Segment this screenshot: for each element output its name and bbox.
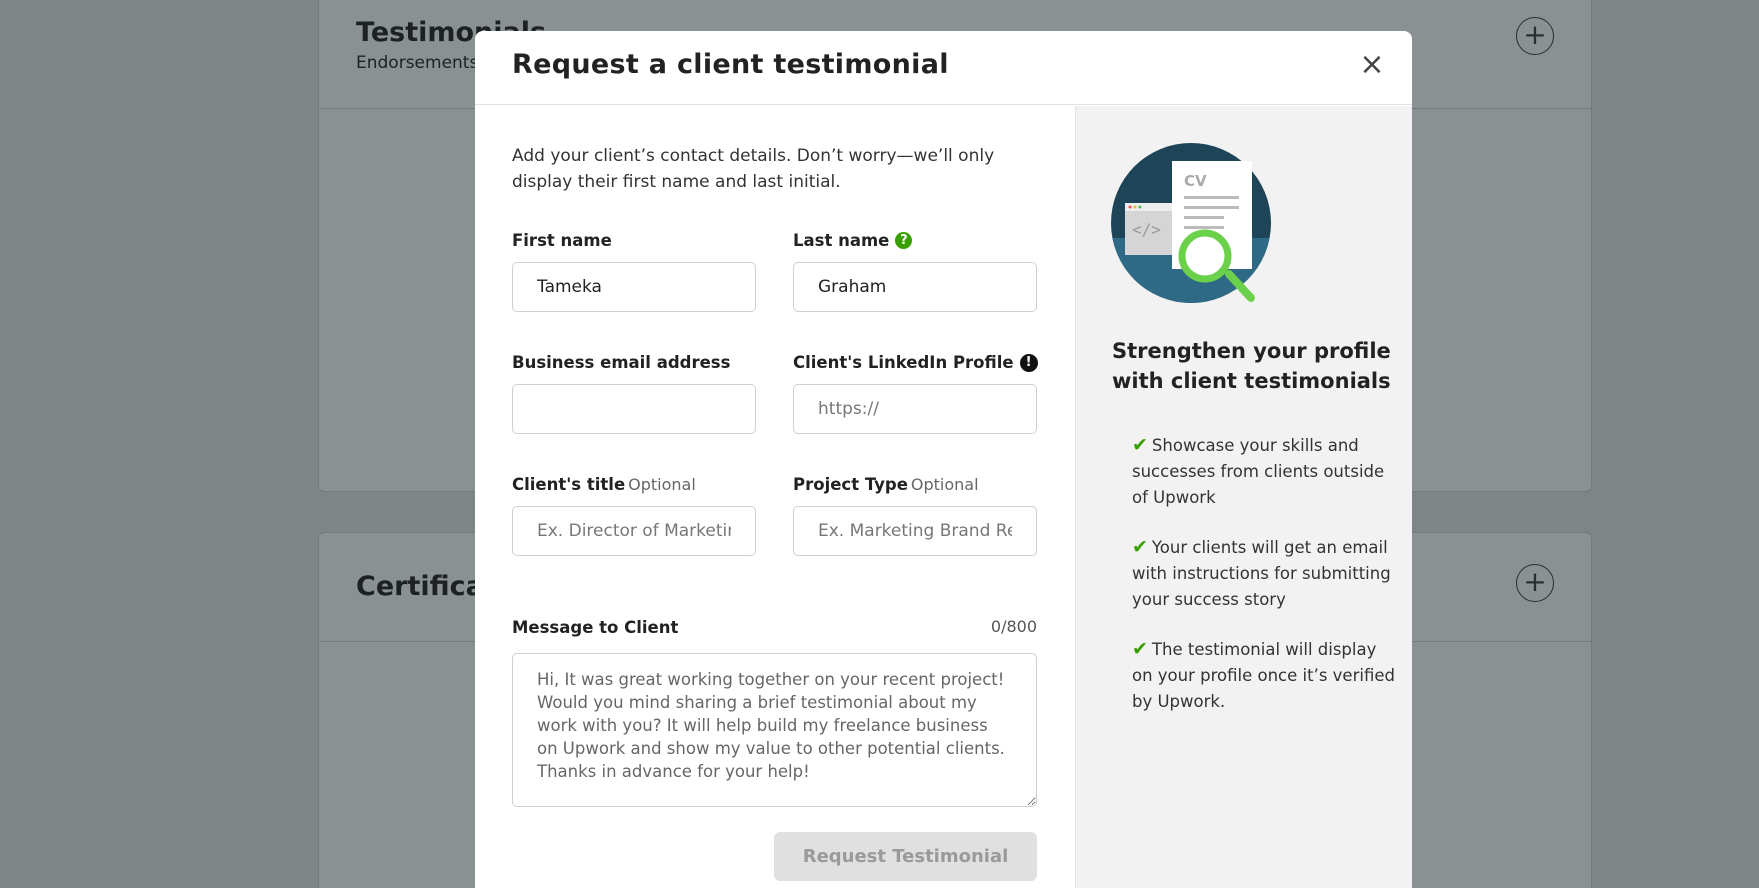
message-textarea[interactable]: [512, 653, 1037, 807]
last-name-input[interactable]: [793, 262, 1037, 312]
email-field[interactable]: [512, 384, 756, 434]
svg-text:</>: </>: [1132, 220, 1161, 239]
first-name-input[interactable]: [512, 262, 756, 312]
check-icon: ✔: [1132, 434, 1148, 456]
client-title-label: Client's title Optional: [512, 475, 696, 494]
benefit-item: ✔ The testimonial will display on your pr…: [1132, 638, 1395, 711]
email-label: Business email address: [512, 353, 731, 372]
info-panel: </> CV Strengthen your profile with clie…: [1075, 106, 1412, 888]
modal-header: Request a client testimonial ×: [475, 31, 1412, 105]
last-name-label: Last name?: [793, 231, 913, 250]
form-panel: Add your client’s contact details. Don’t…: [475, 106, 1075, 888]
check-icon: ✔: [1132, 638, 1148, 660]
project-type-label: Project Type Optional: [793, 475, 979, 494]
add-testimonial-button[interactable]: +: [1516, 17, 1554, 55]
testimonial-modal: Request a client testimonial × Add your …: [475, 31, 1412, 888]
svg-text:CV: CV: [1184, 172, 1207, 190]
intro-text: Add your client’s contact details. Don’t…: [512, 146, 995, 192]
client-title-input[interactable]: [512, 506, 756, 556]
cv-search-illustration-icon: </> CV: [1111, 143, 1271, 303]
linkedin-label: Client's LinkedIn Profile!: [793, 353, 1038, 372]
character-counter: 0/800: [990, 617, 1037, 636]
modal-title: Request a client testimonial: [512, 49, 949, 80]
request-testimonial-button[interactable]: Request Testimonial: [774, 832, 1037, 881]
benefit-item: ✔ Showcase your skills and successes from…: [1132, 434, 1385, 507]
benefit-item: ✔ Your clients will get an email with ins…: [1132, 536, 1391, 609]
info-icon[interactable]: !: [1019, 354, 1038, 372]
check-icon: ✔: [1132, 536, 1148, 558]
linkedin-input[interactable]: [793, 384, 1037, 434]
sidebar-heading: Strengthen your profile with client test…: [1112, 339, 1391, 393]
add-certification-button[interactable]: +: [1516, 564, 1554, 602]
close-icon[interactable]: ×: [1356, 49, 1388, 81]
message-label: Message to Client: [512, 618, 679, 637]
project-type-input[interactable]: [793, 506, 1037, 556]
help-icon[interactable]: ?: [895, 232, 913, 249]
testimonials-subtitle: Endorsements: [356, 53, 479, 73]
first-name-label: First name: [512, 231, 612, 250]
